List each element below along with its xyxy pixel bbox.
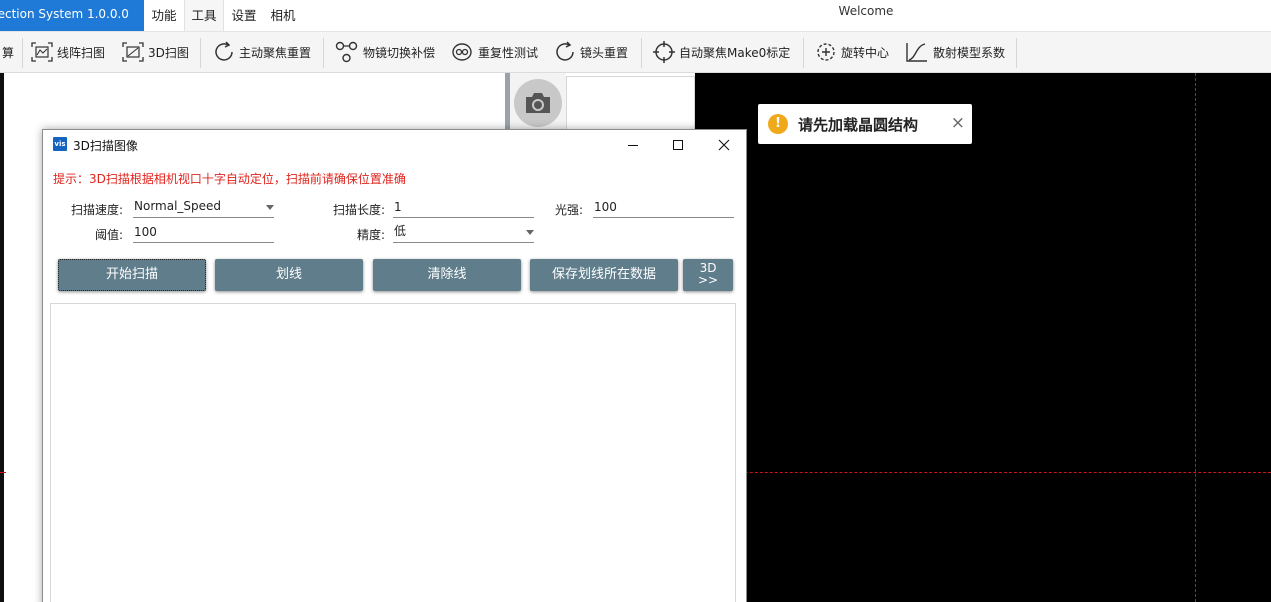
lens-reset-button[interactable]: 镜头重置 xyxy=(553,32,628,72)
scan-3d-button[interactable]: 3D扫图 xyxy=(121,32,189,72)
toolbar: 算 线阵扫图 3D扫图 主动聚焦重置 物镜切换补偿 重复性测试 镜头重置 自动聚… xyxy=(0,31,1271,73)
camera-icon xyxy=(526,93,550,113)
objective-switch-button[interactable]: 物镜切换补偿 xyxy=(334,32,435,72)
light-input[interactable] xyxy=(593,197,734,218)
repeatability-test-button[interactable]: 重复性测试 xyxy=(449,32,538,72)
line-scan-button[interactable]: 线阵扫图 xyxy=(30,32,105,72)
toolbar-separator xyxy=(323,38,324,68)
capture-button[interactable] xyxy=(514,79,562,127)
toolbar-label: 散射模型系数 xyxy=(933,45,1006,60)
crosshair-vertical xyxy=(1195,73,1196,602)
autofocus-calibration-button[interactable]: 自动聚焦Make0标定 xyxy=(652,32,790,72)
toolbar-separator xyxy=(1016,38,1017,68)
line-scan-icon xyxy=(31,42,53,62)
toolbar-label: 算 xyxy=(2,45,15,60)
scan-result-canvas[interactable] xyxy=(50,303,736,602)
crosshair-left-segment xyxy=(0,472,6,473)
app-title: pection System 1.0.0.0 xyxy=(0,7,129,21)
clear-line-button[interactable]: 清除线 xyxy=(373,259,521,291)
speed-label: 扫描速度: xyxy=(70,203,123,217)
light-label: 光强: xyxy=(554,203,583,217)
menu-tools[interactable]: 工具 xyxy=(184,0,224,31)
start-scan-button[interactable]: 开始扫描 xyxy=(58,259,206,291)
minimize-button[interactable] xyxy=(610,130,656,160)
toolbar-label: 重复性测试 xyxy=(478,45,539,60)
chevron-down-icon xyxy=(526,230,534,235)
close-button[interactable] xyxy=(701,130,747,160)
crosshair-horizontal xyxy=(695,472,1271,473)
toolbar-separator xyxy=(641,38,642,68)
view-3d-button[interactable]: 3D >> xyxy=(683,259,733,291)
threshold-label: 阈值: xyxy=(94,228,123,242)
toolbar-label: 物镜切换补偿 xyxy=(363,45,436,60)
app-logo-icon: vis xyxy=(53,137,67,151)
warning-toast: ! 请先加载晶圆结构 × xyxy=(758,104,972,144)
threshold-input[interactable] xyxy=(133,222,274,243)
precision-value: 低 xyxy=(394,224,407,238)
crosshair-icon xyxy=(653,41,675,63)
menu-bar: pection System 1.0.0.0 功能 工具 设置 相机 Welco… xyxy=(0,0,1271,31)
left-image-edge xyxy=(0,73,4,602)
speed-value: Normal_Speed xyxy=(134,199,222,213)
precision-select[interactable]: 低 xyxy=(393,222,534,243)
close-icon xyxy=(718,139,730,151)
maximize-icon xyxy=(673,140,683,150)
warning-icon: ! xyxy=(768,114,788,134)
draw-line-button[interactable]: 划线 xyxy=(215,259,363,291)
menu-camera[interactable]: 相机 xyxy=(265,0,301,31)
reset-icon xyxy=(556,41,574,61)
toast-message: 请先加载晶圆结构 xyxy=(798,115,919,134)
toolbar-separator xyxy=(22,38,23,68)
chevron-down-icon xyxy=(266,205,274,210)
rotation-center-icon xyxy=(817,43,835,61)
repeat-icon xyxy=(452,43,472,61)
camera-viewport[interactable] xyxy=(695,73,1271,602)
expand-chevron-label: >> xyxy=(697,273,719,287)
lens-switch-icon xyxy=(335,41,358,63)
toolbar-label: 线阵扫图 xyxy=(57,45,106,60)
rotation-center-button[interactable]: 旋转中心 xyxy=(814,32,889,72)
toolbar-label: 自动聚焦Make0标定 xyxy=(679,45,791,60)
scan-3d-icon xyxy=(122,42,144,62)
welcome-text: Welcome xyxy=(838,4,894,18)
toolbar-separator xyxy=(200,38,201,68)
menu-settings[interactable]: 设置 xyxy=(226,0,262,31)
scatter-model-button[interactable]: 散射模型系数 xyxy=(904,32,1005,72)
toolbar-label: 主动聚焦重置 xyxy=(239,45,312,60)
maximize-button[interactable] xyxy=(655,130,701,160)
length-label: 扫描长度: xyxy=(332,203,385,217)
minimize-icon xyxy=(628,145,638,146)
toolbar-label: 镜头重置 xyxy=(580,45,629,60)
dialog-title: 3D扫描图像 xyxy=(73,139,138,153)
curve-icon xyxy=(906,43,927,62)
close-icon[interactable]: × xyxy=(951,113,965,133)
menu-function[interactable]: 功能 xyxy=(147,0,181,31)
active-focus-reset-button[interactable]: 主动聚焦重置 xyxy=(212,32,311,72)
speed-select[interactable]: Normal_Speed xyxy=(133,197,274,218)
toolbar-separator xyxy=(803,38,804,68)
length-input[interactable] xyxy=(393,197,534,218)
app-title-tab: pection System 1.0.0.0 xyxy=(0,0,144,31)
toolbar-calc-button[interactable]: 算 xyxy=(2,32,14,72)
scan-3d-dialog: vis 3D扫描图像 提示：3D扫描根据相机视口十字自动定位，扫描前请确保位置准… xyxy=(42,129,747,602)
hint-text: 提示：3D扫描根据相机视口十字自动定位，扫描前请确保位置准确 xyxy=(53,172,406,186)
toolbar-label: 旋转中心 xyxy=(841,45,890,60)
save-line-data-button[interactable]: 保存划线所在数据 xyxy=(530,259,678,291)
main-window: pection System 1.0.0.0 功能 工具 设置 相机 Welco… xyxy=(0,0,1271,602)
dialog-titlebar[interactable]: vis 3D扫描图像 xyxy=(43,130,746,160)
reset-icon xyxy=(215,41,233,61)
toolbar-label: 3D扫图 xyxy=(148,45,189,60)
precision-label: 精度: xyxy=(356,228,385,242)
